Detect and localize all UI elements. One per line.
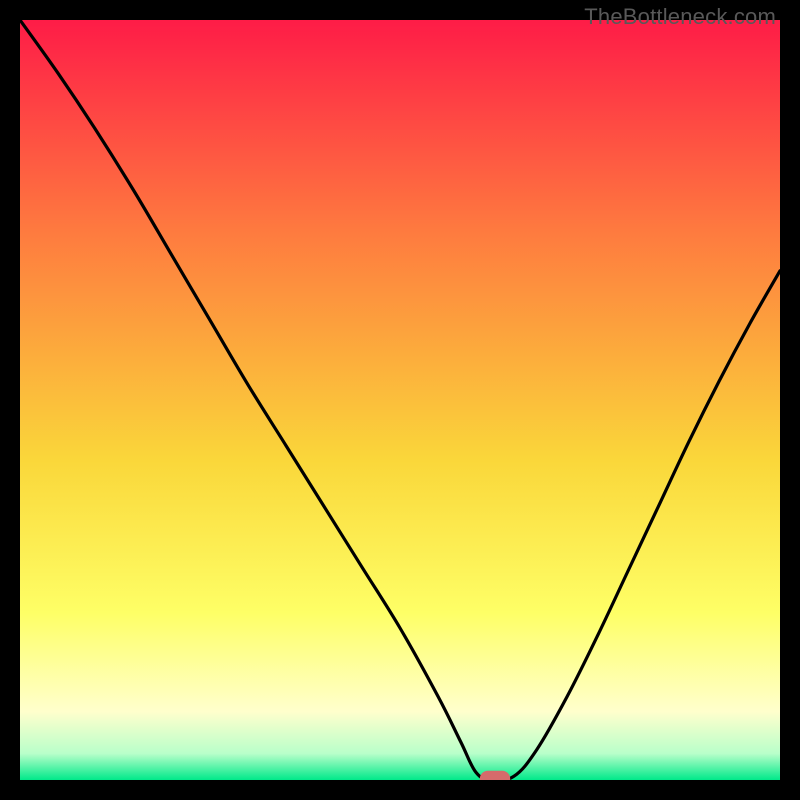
chart-background <box>20 20 780 780</box>
chart-frame <box>20 20 780 780</box>
bottleneck-chart <box>20 20 780 780</box>
watermark-text: TheBottleneck.com <box>584 4 776 30</box>
minimum-marker <box>480 771 510 780</box>
